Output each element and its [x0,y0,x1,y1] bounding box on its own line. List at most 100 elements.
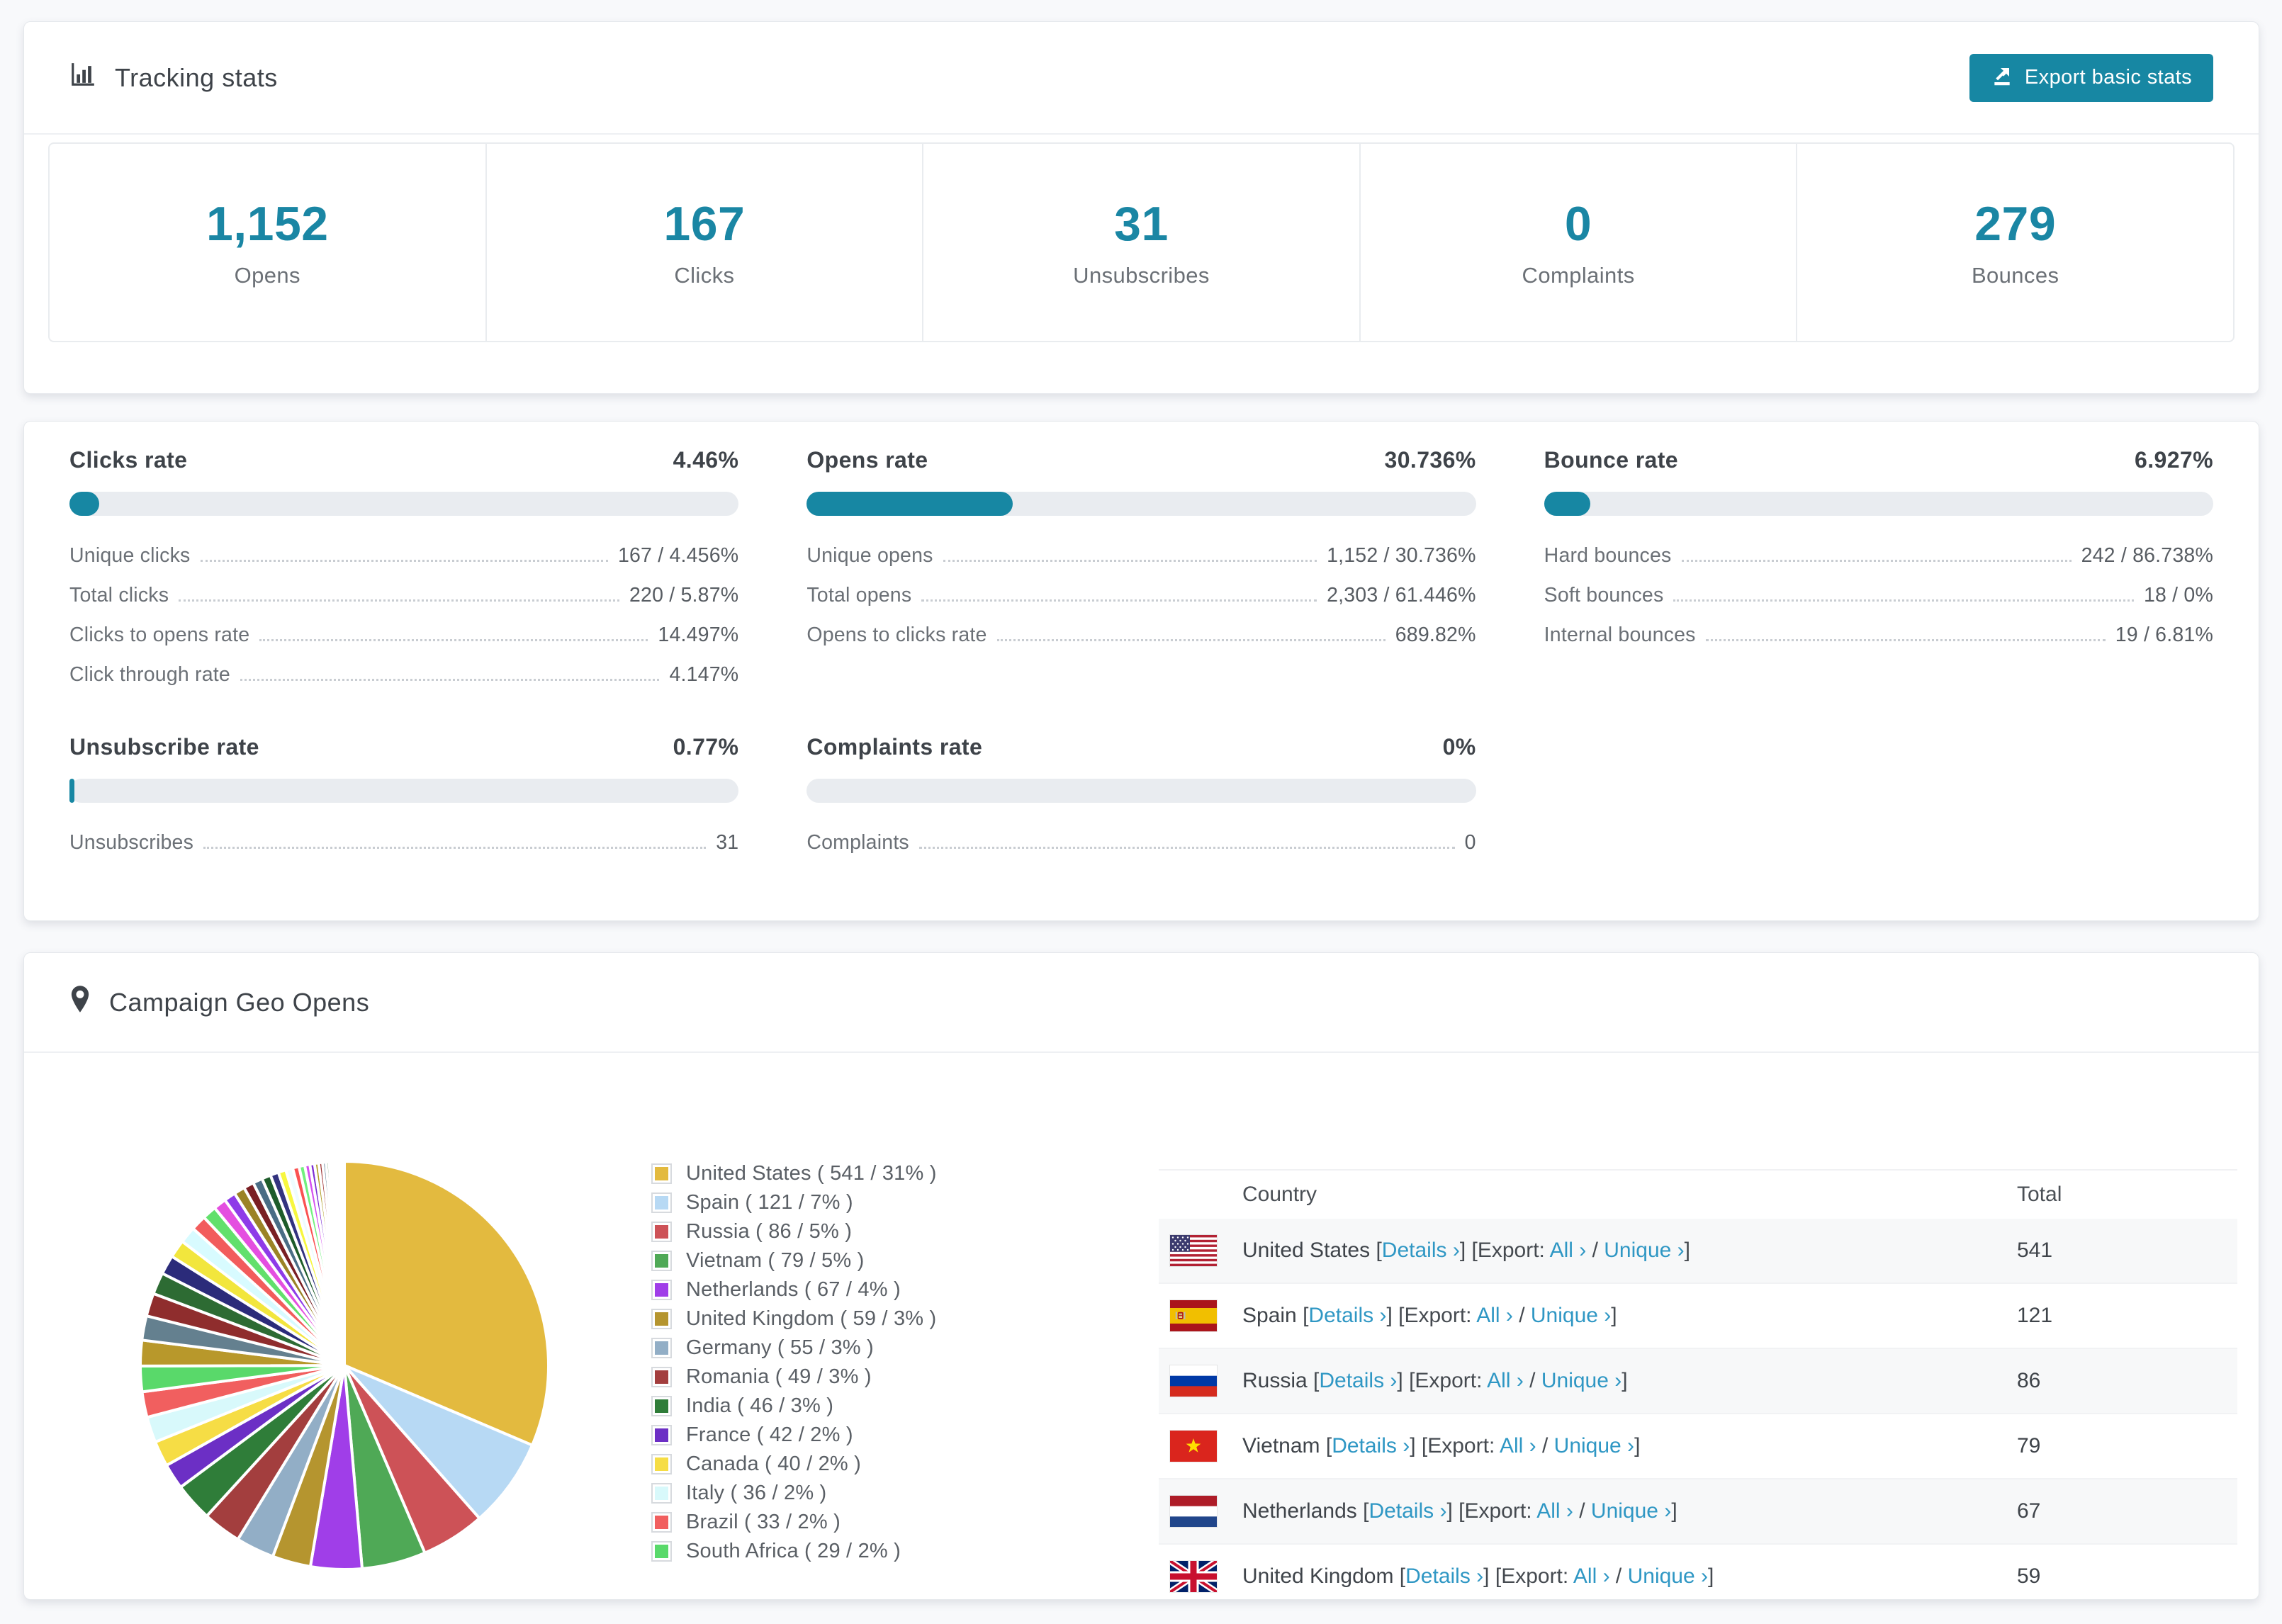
bar-chart-icon [69,61,96,94]
legend-swatch-icon [651,1192,672,1213]
table-row: Spain [Details ›] [Export: All › / Uniqu… [1159,1284,2237,1349]
stat-box: 1,152 Opens [50,144,485,341]
stat-label: Opens [234,263,300,288]
dotted-leader [240,679,660,681]
legend-swatch-icon [651,1222,672,1242]
export-all-link[interactable]: All › [1573,1564,1610,1588]
legend-swatch-icon [651,1251,672,1271]
details-link[interactable]: Details › [1319,1369,1397,1392]
rate-progress-fill [69,779,75,803]
legend-swatch-icon [651,1541,672,1562]
export-all-link[interactable]: All › [1550,1239,1587,1262]
rate-detail-value: 31 [716,831,739,854]
table-row: Netherlands [Details ›] [Export: All › /… [1159,1479,2237,1545]
geo-table-body: United States [Details ›] [Export: All ›… [1159,1219,2237,1599]
legend-label: Germany ( 55 / 3% ) [686,1336,874,1359]
legend-item[interactable]: Netherlands ( 67 / 4% ) [651,1275,1105,1304]
details-link[interactable]: Details › [1382,1239,1460,1262]
rate-detail-value: 14.497% [658,624,739,646]
rate-detail-row: Clicks to opens rate 14.497% [69,624,738,647]
country-cell: United Kingdom [Details ›] [Export: All … [1242,1564,1714,1588]
legend-item[interactable]: South Africa ( 29 / 2% ) [651,1537,1105,1566]
legend-item[interactable]: United States ( 541 / 31% ) [651,1159,1105,1188]
export-unique-link[interactable]: Unique › [1628,1564,1708,1588]
details-link[interactable]: Details › [1308,1304,1386,1327]
rate-progress-bar [69,779,739,803]
export-all-link[interactable]: All › [1500,1434,1536,1457]
rate-value: 6.927% [2135,447,2213,473]
rate-detail-label: Click through rate [69,663,230,686]
country-total: 59 [2017,1564,2041,1588]
export-unique-link[interactable]: Unique › [1591,1499,1671,1523]
rate-detail-value: 4.147% [669,663,739,686]
stat-box: 31 Unsubscribes [922,144,1359,341]
rate-title: Bounce rate [1544,447,1678,473]
export-all-link[interactable]: All › [1476,1304,1513,1327]
dotted-leader [921,599,1317,602]
legend-label: France ( 42 / 2% ) [686,1423,853,1446]
rate-progress-bar [69,492,739,516]
rate-title: Opens rate [806,447,928,473]
tracking-stats-title-text: Tracking stats [115,62,278,92]
rate-detail-rows: Unique clicks 167 / 4.456% Total clicks 220… [69,544,738,687]
column-header-total: Total [2017,1183,2062,1206]
legend-item[interactable]: Vietnam ( 79 / 5% ) [651,1246,1105,1275]
export-unique-link[interactable]: Unique › [1531,1304,1611,1327]
dotted-leader [918,847,1455,849]
legend-item[interactable]: Russia ( 86 / 5% ) [651,1217,1105,1246]
legend-item[interactable]: Brazil ( 33 / 2% ) [651,1508,1105,1537]
country-cell: Russia [Details ›] [Export: All › / Uniq… [1242,1369,1628,1392]
export-basic-stats-button[interactable]: Export basic stats [1969,53,2213,102]
campaign-stats-page: { "colors": {"accent":"#1787a3","number_… [0,0,2282,1624]
legend-item[interactable]: Spain ( 121 / 7% ) [651,1188,1105,1217]
flag-ru-icon [1170,1365,1217,1397]
rates-grid-bottom: Unsubscribe rate 0.77% Unsubscribes 31 Co… [69,734,2213,871]
table-row: United States [Details ›] [Export: All ›… [1159,1219,2237,1284]
export-all-link[interactable]: All › [1487,1369,1524,1392]
legend-item[interactable]: Germany ( 55 / 3% ) [651,1333,1105,1363]
legend-item[interactable]: France ( 42 / 2% ) [651,1421,1105,1450]
details-link[interactable]: Details › [1368,1499,1446,1523]
country-total: 121 [2017,1304,2053,1327]
export-button-label: Export basic stats [2024,66,2192,89]
stat-value: 31 [1114,197,1169,251]
stat-box: 279 Bounces [1796,144,2233,341]
export-all-link[interactable]: All › [1536,1499,1573,1523]
legend-label: Canada ( 40 / 2% ) [686,1453,862,1475]
export-unique-link[interactable]: Unique › [1604,1239,1684,1262]
rate-detail-row: Internal bounces 19 / 6.81% [1544,624,2213,647]
country-name: Spain [1242,1304,1297,1327]
flag-vn-icon [1170,1431,1217,1462]
flag-es-icon [1170,1300,1217,1331]
legend-item[interactable]: Italy ( 36 / 2% ) [651,1479,1105,1508]
rate-value: 0.77% [673,734,739,760]
legend-item[interactable]: United Kingdom ( 59 / 3% ) [651,1304,1105,1333]
rate-section-header: Bounce rate 6.927% [1544,447,2213,473]
legend-swatch-icon [651,1483,672,1504]
geo-content: United States ( 541 / 31% ) Spain ( 121 … [24,1053,2259,1599]
legend-swatch-icon [651,1280,672,1300]
export-unique-link[interactable]: Unique › [1541,1369,1621,1392]
legend-label: South Africa ( 29 / 2% ) [686,1540,901,1562]
map-pin-icon [69,984,91,1020]
export-unique-link[interactable]: Unique › [1554,1434,1634,1457]
rate-detail-label: Unsubscribes [69,831,194,854]
rate-detail-row: Unique opens 1,152 / 30.736% [806,544,1476,568]
details-link[interactable]: Details › [1332,1434,1410,1457]
legend-swatch-icon [651,1396,672,1416]
details-link[interactable]: Details › [1405,1564,1483,1588]
legend-label: Spain ( 121 / 7% ) [686,1191,853,1214]
dotted-leader [1705,639,2106,641]
rate-section-header: Complaints rate 0% [806,734,1476,760]
legend-item[interactable]: India ( 46 / 3% ) [651,1392,1105,1421]
rate-progress-bar [1544,492,2213,516]
stat-label: Clicks [674,263,735,288]
rate-detail-row: Soft bounces 18 / 0% [1544,584,2213,607]
country-cell: Vietnam [Details ›] [Export: All › / Uni… [1242,1434,1641,1457]
legend-item[interactable]: Canada ( 40 / 2% ) [651,1450,1105,1479]
export-label: Export: [1415,1369,1483,1392]
rate-detail-value: 1,152 / 30.736% [1327,544,1476,567]
stat-label: Unsubscribes [1073,263,1210,288]
rate-progress-bar [806,779,1476,803]
legend-item[interactable]: Romania ( 49 / 3% ) [651,1363,1105,1392]
